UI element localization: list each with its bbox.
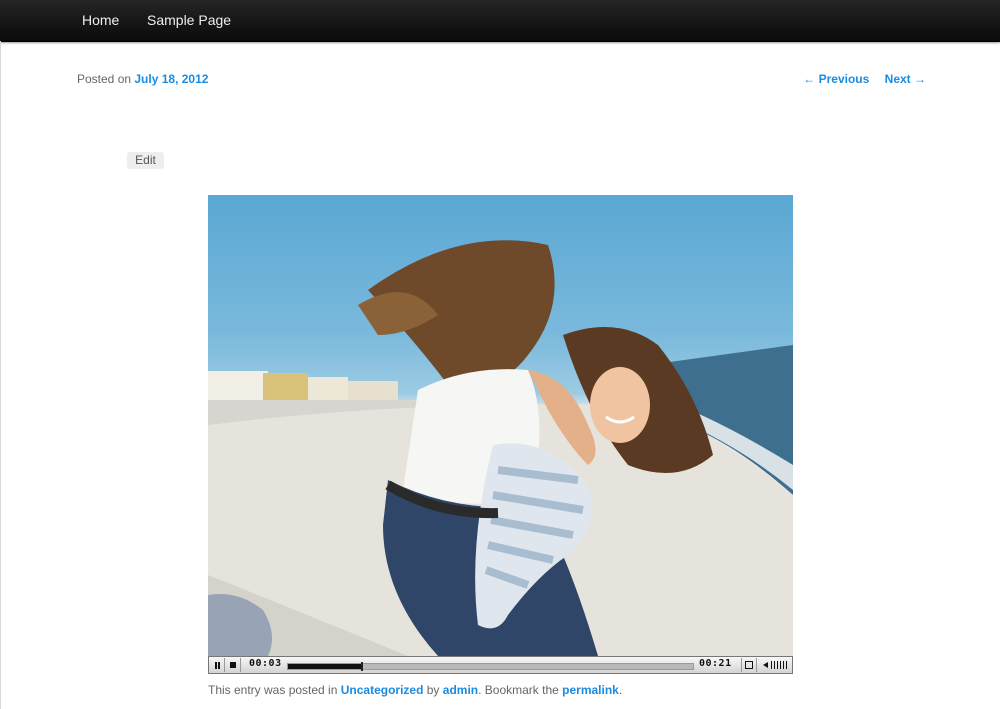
beach-scene-image — [208, 240, 793, 656]
nav-home-link[interactable]: Home — [82, 0, 119, 40]
volume-icon — [763, 662, 768, 668]
fullscreen-button[interactable] — [741, 658, 757, 672]
author-link[interactable]: admin — [443, 683, 478, 697]
duration-time: 00:21 — [699, 658, 732, 669]
nav-sample-page-link[interactable]: Sample Page — [147, 0, 231, 40]
fullscreen-icon — [745, 661, 753, 669]
video-player-controls: 00:03 00:21 — [208, 656, 793, 674]
top-navigation-bar: Home Sample Page — [0, 0, 1000, 42]
current-time: 00:03 — [249, 658, 282, 669]
volume-level-bars[interactable] — [771, 661, 787, 669]
progress-bar[interactable] — [287, 662, 694, 671]
entry-footer: This entry was posted in Uncategorized b… — [208, 683, 622, 697]
permalink-link[interactable]: permalink — [562, 683, 619, 697]
post-navigation: ← Previous Next → — [791, 72, 926, 86]
stop-icon — [230, 662, 236, 668]
entry-meta: Posted on July 18, 2012 — [77, 72, 208, 86]
page-edge-divider — [0, 41, 1, 709]
video-frame[interactable] — [208, 195, 793, 656]
progress-handle[interactable] — [360, 662, 363, 671]
progress-fill — [288, 664, 361, 669]
footer-text-by: by — [423, 683, 443, 697]
pause-icon — [215, 662, 217, 669]
volume-control[interactable] — [761, 658, 789, 672]
footer-text-bookmark: . Bookmark the — [478, 683, 563, 697]
category-link[interactable]: Uncategorized — [341, 683, 424, 697]
edit-button[interactable]: Edit — [127, 152, 164, 169]
previous-post-link[interactable]: ← Previous — [803, 72, 869, 86]
next-post-link[interactable]: Next → — [885, 72, 926, 86]
posted-on-label: Posted on — [77, 72, 135, 86]
footer-text: This entry was posted in — [208, 683, 341, 697]
stop-button[interactable] — [226, 658, 241, 672]
pause-button[interactable] — [210, 658, 225, 672]
post-date-link[interactable]: July 18, 2012 — [134, 72, 208, 86]
footer-text-end: . — [618, 683, 623, 697]
